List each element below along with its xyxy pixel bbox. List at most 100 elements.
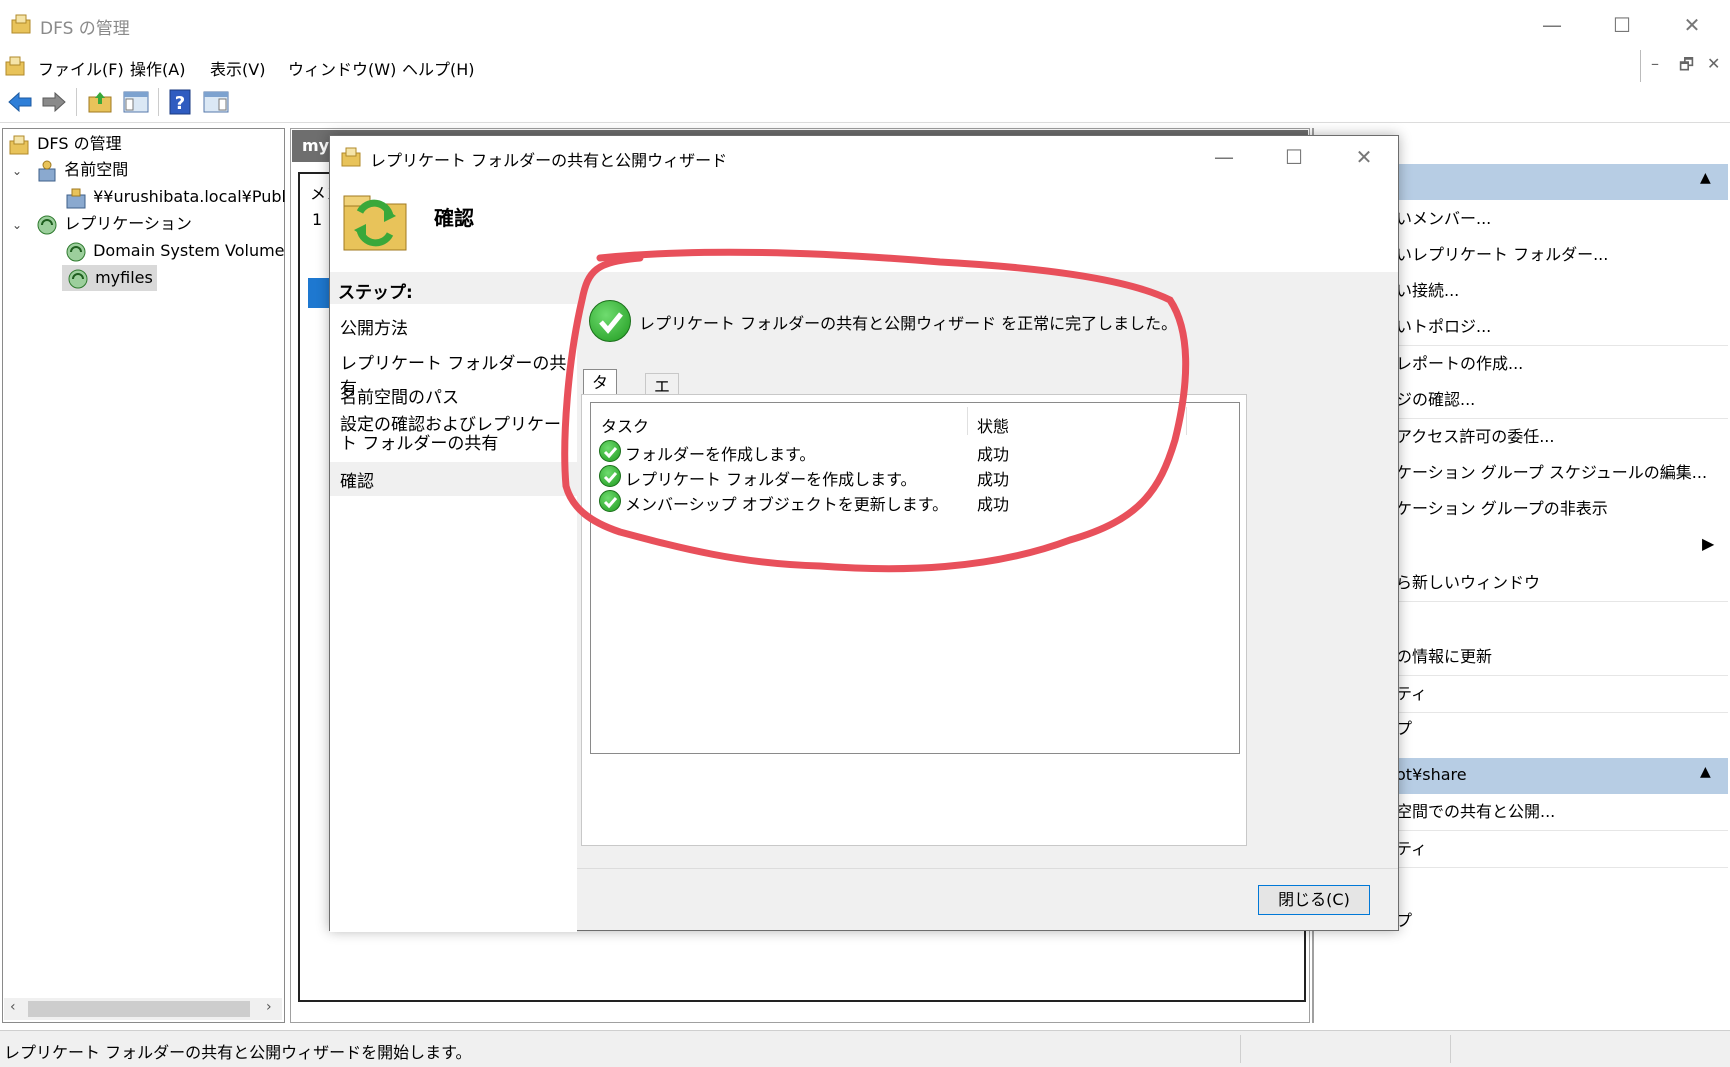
step-current-highlight: 確認 <box>330 462 577 496</box>
scroll-left-icon[interactable]: ‹ <box>10 999 16 1015</box>
tree-namespace-path[interactable]: ¥¥urushibata.local¥Publ <box>64 184 286 210</box>
dialog-header: 確認 <box>330 176 1398 273</box>
steps-panel: ステップ: 公開方法 レプリケート フォルダーの共有 名前空間のパス 設定の確認… <box>330 272 577 932</box>
main-title-bar: DFS の管理 — ☐ ✕ <box>0 0 1730 51</box>
mdi-restore-button[interactable]: 🗗 <box>1679 54 1694 81</box>
step-review-settings: 設定の確認およびレプリケート フォルダーの共有 <box>340 415 561 454</box>
tree-item-domain-system-volume[interactable]: Domain System Volume <box>64 238 285 264</box>
action-item[interactable]: いメンバー... <box>1396 204 1491 234</box>
maximize-button[interactable]: ☐ <box>1592 8 1652 42</box>
action-item[interactable]: いトポロジ... <box>1396 312 1491 342</box>
task-row-1: フォルダーを作成します。 <box>625 445 816 464</box>
action-item[interactable]: いレプリケート フォルダー... <box>1396 240 1608 270</box>
close-dialog-button[interactable]: 閉じる(C) <box>1258 885 1370 915</box>
submenu-arrow-icon[interactable]: ▶ <box>1702 534 1714 553</box>
toolbar-separator <box>158 88 159 116</box>
tree-namespace-path-label: ¥¥urushibata.local¥Publ <box>93 187 286 206</box>
tree-root[interactable]: DFS の管理 <box>8 131 122 157</box>
dialog-maximize-button[interactable]: ☐ <box>1264 140 1324 174</box>
dialog-minimize-button[interactable]: — <box>1194 140 1254 174</box>
show-hide-console-tree-icon[interactable] <box>122 88 150 116</box>
dialog-header-title: 確認 <box>434 206 474 230</box>
result-pane-title: my <box>302 136 330 155</box>
menu-view[interactable]: 表示(V) <box>210 56 265 80</box>
action-item[interactable]: ケーション グループの非表示 <box>1396 494 1608 524</box>
menu-bar: ファイル(F) 操作(A) 表示(V) ウィンドウ(W) ヘルプ(H) – 🗗 … <box>0 50 1730 82</box>
show-hide-action-pane-icon[interactable] <box>202 88 230 116</box>
wizard-title-icon <box>341 147 361 167</box>
action-item[interactable]: ティ <box>1396 679 1427 709</box>
tree-namespace[interactable]: ⌄ 名前空間 <box>12 157 128 183</box>
steps-label: ステップ: <box>338 283 413 303</box>
menu-help[interactable]: ヘルプ(H) <box>402 56 475 80</box>
app-title: DFS の管理 <box>40 19 130 39</box>
toolbar: ? <box>0 82 1730 123</box>
dfs-app-icon <box>11 14 31 34</box>
back-arrow-icon[interactable] <box>6 88 34 116</box>
toolbar-separator <box>76 88 77 116</box>
tree-horizontal-scrollbar[interactable]: ‹ › <box>4 998 282 1020</box>
section-title: ot¥share <box>1396 765 1467 784</box>
collapse-up-icon[interactable]: ▲ <box>1700 170 1711 186</box>
footer-separator <box>577 868 1398 869</box>
column-divider <box>967 407 968 435</box>
action-item[interactable]: ティ <box>1396 834 1427 864</box>
step-namespace-path: 名前空間のパス <box>340 388 459 408</box>
tree-replication[interactable]: ⌄ レプリケーション <box>12 211 192 237</box>
action-item[interactable]: 空間での共有と公開... <box>1396 797 1555 827</box>
action-item[interactable]: ジの確認... <box>1396 385 1475 415</box>
menu-action[interactable]: 操作(A) <box>130 56 185 80</box>
replication-icon <box>37 215 57 234</box>
forward-arrow-icon[interactable] <box>40 88 68 116</box>
collapse-up-icon[interactable]: ▲ <box>1700 764 1711 780</box>
row-success-icon <box>599 465 621 487</box>
status-divider <box>1450 1035 1451 1063</box>
action-item[interactable]: アクセス許可の委任... <box>1396 422 1554 452</box>
tree-item-myfiles[interactable]: myfiles <box>62 265 157 291</box>
step-publish-method: 公開方法 <box>340 319 408 339</box>
tab-tasks[interactable]: タスク <box>583 369 618 444</box>
action-item[interactable]: の情報に更新 <box>1396 642 1492 672</box>
column-header-task: タスク <box>601 417 650 436</box>
dialog-title: レプリケート フォルダーの共有と公開ウィザード <box>370 151 728 170</box>
menu-window[interactable]: ウィンドウ(W) <box>288 56 396 80</box>
help-icon[interactable]: ? <box>166 88 194 116</box>
replication-group-icon <box>68 269 88 288</box>
column-divider <box>1186 407 1187 435</box>
replicate-folder-icon <box>343 195 407 251</box>
tree-root-label: DFS の管理 <box>37 134 122 153</box>
action-item[interactable]: レポートの作成... <box>1396 349 1523 379</box>
success-message: レプリケート フォルダーの共有と公開ウィザード を正常に完了しました。 <box>639 314 1178 333</box>
status-row-3: 成功 <box>977 495 1010 514</box>
status-bar: レプリケート フォルダーの共有と公開ウィザードを開始します。 <box>0 1030 1730 1067</box>
mdi-minimize-button[interactable]: – <box>1651 54 1659 73</box>
namespace-icon <box>38 160 56 181</box>
action-item[interactable]: ら新しいウィンドウ <box>1396 568 1540 598</box>
tree-namespace-label: 名前空間 <box>64 160 129 179</box>
step-confirmation: 確認 <box>340 472 374 492</box>
row-success-icon <box>599 490 621 512</box>
minimize-button[interactable]: — <box>1522 8 1582 42</box>
action-item[interactable]: ケーション グループ スケジュールの編集... <box>1396 458 1707 488</box>
up-folder-icon[interactable] <box>86 88 114 116</box>
task-row-2: レプリケート フォルダーを作成します。 <box>625 470 917 489</box>
scroll-thumb[interactable] <box>28 1001 250 1017</box>
scroll-right-icon[interactable]: › <box>266 999 272 1015</box>
namespace-root-icon <box>66 188 86 208</box>
menu-file[interactable]: ファイル(F) <box>38 56 124 80</box>
mmc-icon <box>5 56 25 76</box>
wizard-dialog: レプリケート フォルダーの共有と公開ウィザード — ☐ ✕ 確認 ステップ: 公… <box>329 135 1399 932</box>
close-button[interactable]: ✕ <box>1662 8 1722 42</box>
action-item[interactable]: い接続... <box>1396 276 1459 306</box>
chevron-down-icon[interactable]: ⌄ <box>12 164 22 178</box>
chevron-down-icon[interactable]: ⌄ <box>12 218 22 232</box>
replication-group-icon <box>66 242 86 261</box>
mdi-controls: – 🗗 ✕ <box>1640 50 1730 82</box>
status-text: レプリケート フォルダーの共有と公開ウィザードを開始します。 <box>4 1043 472 1062</box>
svg-text:?: ? <box>175 93 185 114</box>
task-row-3: メンバーシップ オブジェクトを更新します。 <box>625 495 949 514</box>
row-success-icon <box>599 440 621 462</box>
dialog-close-button[interactable]: ✕ <box>1334 140 1394 174</box>
status-row-2: 成功 <box>977 470 1010 489</box>
mdi-close-button[interactable]: ✕ <box>1707 54 1720 73</box>
